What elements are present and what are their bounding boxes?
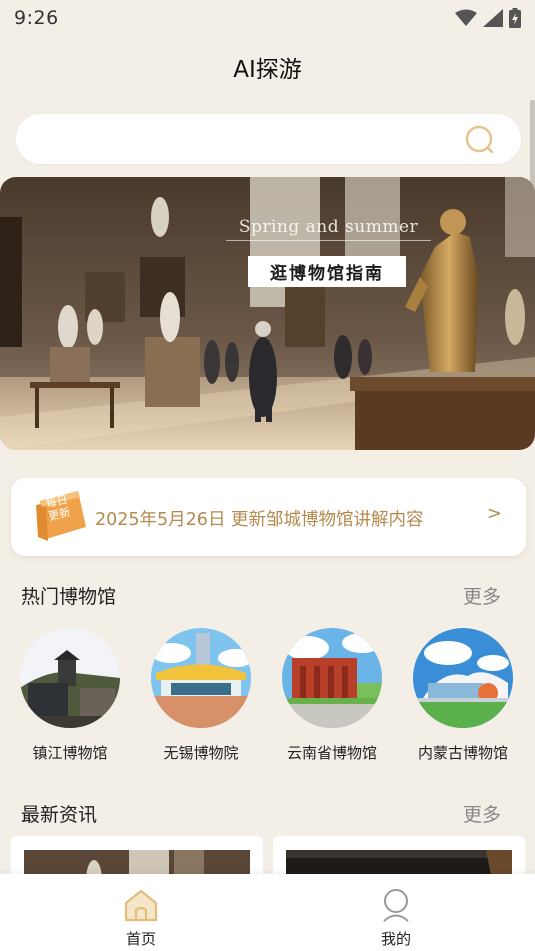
museum-name: 无锡博物院 (163, 744, 239, 762)
status-icons (455, 8, 521, 28)
banner-carousel[interactable]: Spring and summer 逛博物馆指南 (0, 177, 535, 450)
banner-title: 逛博物馆指南 (248, 256, 406, 287)
wifi-icon (455, 9, 477, 26)
search-bar[interactable] (16, 114, 521, 164)
status-bar: 9:26 (0, 0, 535, 36)
museum-thumbnail (151, 628, 251, 728)
popular-more-link[interactable]: 更多 (463, 582, 501, 609)
battery-icon (509, 8, 521, 28)
home-icon (124, 889, 158, 922)
daily-update-card[interactable]: 每日 更新 2025年5月26日 更新邹城博物馆讲解内容 > (11, 478, 526, 556)
news-more-link[interactable]: 更多 (463, 800, 501, 827)
update-text: 2025年5月26日 更新邹城博物馆讲解内容 (95, 510, 424, 530)
museum-thumbnail (413, 628, 513, 728)
bottom-navigation: 首页 我的 (0, 874, 535, 951)
museum-thumbnail (282, 628, 382, 728)
nav-mine-label: 我的 (380, 930, 411, 948)
museum-item-wuxi[interactable]: 无锡博物院 (141, 628, 261, 763)
popular-section-title: 热门博物馆 (21, 586, 117, 608)
status-time: 9:26 (14, 7, 59, 29)
user-icon (383, 889, 409, 922)
museum-name: 镇江博物馆 (32, 744, 108, 762)
search-icon[interactable] (465, 125, 495, 155)
banner-subtitle: Spring and summer (226, 217, 431, 241)
chevron-right-icon[interactable]: > (487, 503, 502, 524)
signal-icon (483, 9, 503, 27)
news-section-title: 最新资讯 (21, 804, 98, 826)
museum-item-zhenjiang[interactable]: 镇江博物馆 (10, 628, 130, 763)
museum-name: 云南省博物馆 (286, 744, 377, 762)
museum-item-yunnan[interactable]: 云南省博物馆 (272, 628, 392, 763)
museum-item-neimenggu[interactable]: 内蒙古博物馆 (403, 628, 523, 763)
museum-thumbnail (20, 628, 120, 728)
page-title: AI探游 (233, 57, 302, 83)
search-input[interactable] (36, 114, 456, 164)
nav-mine[interactable]: 我的 (356, 888, 436, 949)
nav-home-label: 首页 (125, 930, 156, 948)
nav-home[interactable]: 首页 (101, 888, 181, 949)
museum-name: 内蒙古博物馆 (417, 744, 508, 762)
